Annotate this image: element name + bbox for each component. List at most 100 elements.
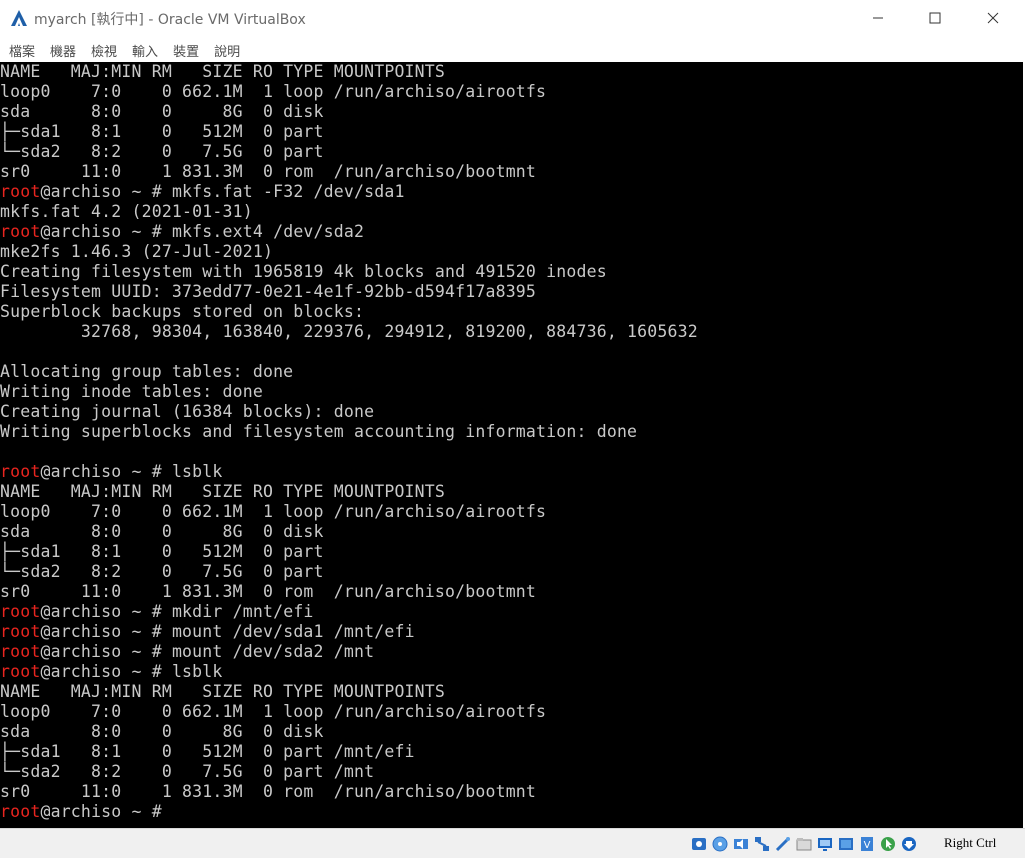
menu-file[interactable]: 檔案	[9, 41, 35, 60]
terminal-line-text: └─sda2 8:2 0 7.5G 0 part	[0, 142, 324, 161]
terminal-line-text: @archiso ~ # mkfs.fat -F32 /dev/sda1	[40, 182, 405, 201]
terminal-line: root@archiso ~ # mount /dev/sda1 /mnt/ef…	[0, 622, 415, 642]
terminal-line-text: Creating filesystem with 1965819 4k bloc…	[0, 262, 607, 281]
terminal-line-text: Writing superblocks and filesystem accou…	[0, 422, 638, 441]
terminal-line: 32768, 98304, 163840, 229376, 294912, 81…	[0, 322, 698, 342]
terminal-line-text: Creating journal (16384 blocks): done	[0, 402, 375, 421]
status-icons: V	[690, 835, 921, 853]
terminal-line-text: Superblock backups stored on blocks:	[0, 302, 365, 321]
menu-machine[interactable]: 機器	[50, 41, 76, 60]
terminal-line-text: @archiso ~ # mount /dev/sda2 /mnt	[40, 642, 375, 661]
usb-icon[interactable]	[774, 835, 792, 853]
terminal-line-text: 32768, 98304, 163840, 229376, 294912, 81…	[0, 322, 698, 341]
virtualbox-app-icon	[9, 8, 29, 28]
terminal-line: NAME MAJ:MIN RM SIZE RO TYPE MOUNTPOINTS	[0, 482, 445, 502]
terminal-line-text: Filesystem UUID: 373edd77-0e21-4e1f-92bb…	[0, 282, 537, 301]
prompt-user: root	[0, 182, 41, 201]
terminal-line: NAME MAJ:MIN RM SIZE RO TYPE MOUNTPOINTS	[0, 62, 445, 82]
terminal-line-text: sda 8:0 0 8G 0 disk	[0, 102, 324, 121]
terminal-line: sda 8:0 0 8G 0 disk	[0, 522, 324, 542]
recording-icon[interactable]	[837, 835, 855, 853]
terminal-line: root@archiso ~ # mkfs.ext4 /dev/sda2	[0, 222, 364, 242]
terminal-line: ├─sda1 8:1 0 512M 0 part	[0, 122, 324, 142]
terminal-line: sda 8:0 0 8G 0 disk	[0, 102, 324, 122]
terminal-line: loop0 7:0 0 662.1M 1 loop /run/archiso/a…	[0, 502, 546, 522]
status-bar: V Right Ctrl	[0, 828, 1025, 858]
host-key-label: Right Ctrl	[944, 835, 997, 850]
close-button[interactable]	[970, 0, 1016, 36]
terminal-line-text: mke2fs 1.46.3 (27-Jul-2021)	[0, 242, 274, 261]
terminal-line-text: sda 8:0 0 8G 0 disk	[0, 522, 324, 541]
terminal-line: Creating journal (16384 blocks): done	[0, 402, 374, 422]
terminal-line-text: @archiso ~ # lsblk	[40, 662, 223, 681]
network-icon[interactable]	[753, 835, 771, 853]
terminal-line-text: └─sda2 8:2 0 7.5G 0 part /mnt	[0, 762, 375, 781]
keyboard-capture-icon[interactable]	[900, 835, 918, 853]
prompt-user: root	[0, 602, 41, 621]
terminal-line-text: NAME MAJ:MIN RM SIZE RO TYPE MOUNTPOINTS	[0, 62, 446, 81]
terminal-line-text: NAME MAJ:MIN RM SIZE RO TYPE MOUNTPOINTS	[0, 482, 446, 501]
terminal-line: root@archiso ~ # mount /dev/sda2 /mnt	[0, 642, 374, 662]
terminal-line: Writing superblocks and filesystem accou…	[0, 422, 637, 442]
menu-devices[interactable]: 裝置	[173, 41, 199, 60]
terminal-line: sr0 11:0 1 831.3M 0 rom /run/archiso/boo…	[0, 782, 536, 802]
virtualization-icon[interactable]: V	[858, 835, 876, 853]
terminal-line: ├─sda1 8:1 0 512M 0 part	[0, 542, 324, 562]
terminal-line: NAME MAJ:MIN RM SIZE RO TYPE MOUNTPOINTS	[0, 682, 445, 702]
display-icon[interactable]	[816, 835, 834, 853]
maximize-button[interactable]	[912, 0, 958, 36]
terminal-line-text: loop0 7:0 0 662.1M 1 loop /run/archiso/a…	[0, 82, 547, 101]
terminal-line: ├─sda1 8:1 0 512M 0 part /mnt/efi	[0, 742, 415, 762]
prompt-user: root	[0, 462, 41, 481]
vm-display-terminal[interactable]: NAME MAJ:MIN RM SIZE RO TYPE MOUNTPOINTS…	[0, 62, 1025, 828]
prompt-user: root	[0, 222, 41, 241]
terminal-line: sr0 11:0 1 831.3M 0 rom /run/archiso/boo…	[0, 582, 536, 602]
terminal-line-text: @archiso ~ # mkdir /mnt/efi	[40, 602, 314, 621]
prompt-user: root	[0, 622, 41, 641]
terminal-line-text: loop0 7:0 0 662.1M 1 loop /run/archiso/a…	[0, 702, 547, 721]
menu-items: 檔案 機器 檢視 輸入 裝置 說明	[9, 41, 255, 60]
terminal-line-text: Writing inode tables: done	[0, 382, 263, 401]
window-title: myarch [執行中] - Oracle VM VirtualBox	[34, 12, 306, 28]
mouse-integration-icon[interactable]	[879, 835, 897, 853]
prompt-user: root	[0, 802, 41, 821]
terminal-line-text: Allocating group tables: done	[0, 362, 294, 381]
terminal-line: └─sda2 8:2 0 7.5G 0 part	[0, 562, 324, 582]
terminal-line: Superblock backups stored on blocks:	[0, 302, 364, 322]
terminal-line: root@archiso ~ #	[0, 802, 172, 822]
terminal-line-text: ├─sda1 8:1 0 512M 0 part	[0, 542, 324, 561]
terminal-line: Filesystem UUID: 373edd77-0e21-4e1f-92bb…	[0, 282, 536, 302]
terminal-line: └─sda2 8:2 0 7.5G 0 part /mnt	[0, 762, 374, 782]
maximize-icon	[929, 12, 941, 24]
prompt-user: root	[0, 662, 41, 681]
svg-text:V: V	[864, 840, 871, 851]
optical-disk-icon[interactable]	[711, 835, 729, 853]
terminal-line: root@archiso ~ # mkdir /mnt/efi	[0, 602, 314, 622]
menu-view[interactable]: 檢視	[91, 41, 117, 60]
menu-input[interactable]: 輸入	[132, 41, 158, 60]
terminal-line-text: sr0 11:0 1 831.3M 0 rom /run/archiso/boo…	[0, 782, 537, 801]
hard-disk-icon[interactable]	[690, 835, 708, 853]
terminal-line: └─sda2 8:2 0 7.5G 0 part	[0, 142, 324, 162]
terminal-line: Allocating group tables: done	[0, 362, 293, 382]
terminal-line-text: sda 8:0 0 8G 0 disk	[0, 722, 324, 741]
terminal-line-text: sr0 11:0 1 831.3M 0 rom /run/archiso/boo…	[0, 162, 537, 181]
minimize-button[interactable]	[855, 0, 901, 36]
terminal-line: loop0 7:0 0 662.1M 1 loop /run/archiso/a…	[0, 82, 546, 102]
terminal-line: root@archiso ~ # lsblk	[0, 462, 223, 482]
close-icon	[987, 12, 999, 24]
terminal-line: sr0 11:0 1 831.3M 0 rom /run/archiso/boo…	[0, 162, 536, 182]
terminal-line-text: @archiso ~ # lsblk	[40, 462, 223, 481]
terminal-line-text: sr0 11:0 1 831.3M 0 rom /run/archiso/boo…	[0, 582, 537, 601]
terminal-line: loop0 7:0 0 662.1M 1 loop /run/archiso/a…	[0, 702, 546, 722]
terminal-line-text: @archiso ~ # mount /dev/sda1 /mnt/efi	[40, 622, 415, 641]
audio-icon[interactable]	[732, 835, 750, 853]
terminal-line-text: @archiso ~ #	[40, 802, 172, 821]
terminal-line-text: NAME MAJ:MIN RM SIZE RO TYPE MOUNTPOINTS	[0, 682, 446, 701]
terminal-line-text: ├─sda1 8:1 0 512M 0 part /mnt/efi	[0, 742, 415, 761]
terminal-line: root@archiso ~ # lsblk	[0, 662, 223, 682]
terminal-line-text: mkfs.fat 4.2 (2021-01-31)	[0, 202, 253, 221]
terminal-line: root@archiso ~ # mkfs.fat -F32 /dev/sda1	[0, 182, 405, 202]
shared-folder-icon[interactable]	[795, 835, 813, 853]
menu-help[interactable]: 說明	[214, 41, 240, 60]
